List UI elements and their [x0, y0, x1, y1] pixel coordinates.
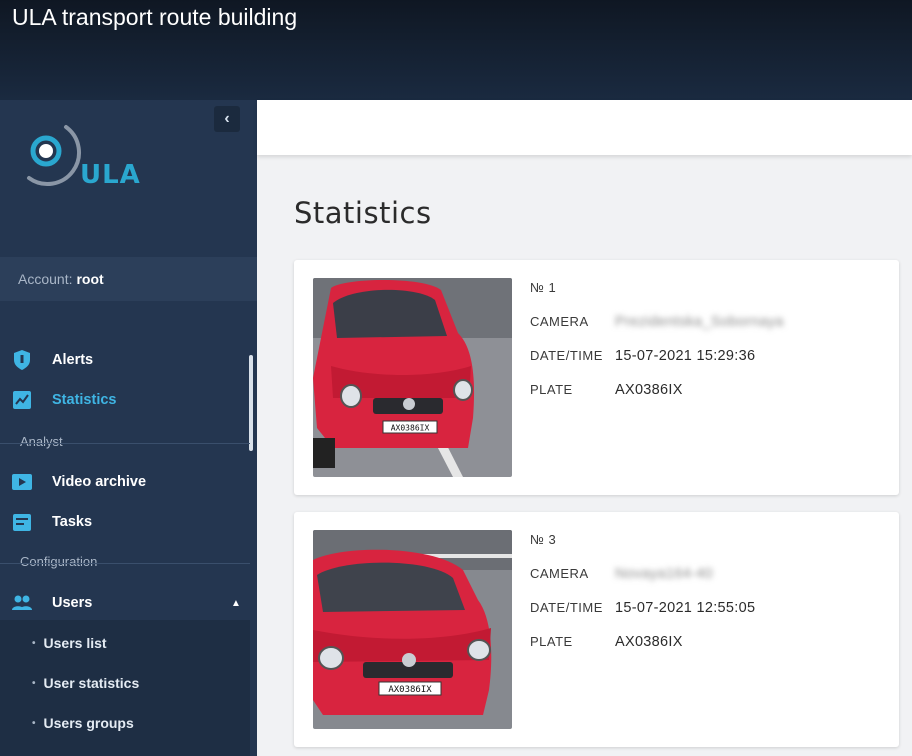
submenu-item-users-groups[interactable]: Users groups	[32, 708, 134, 738]
section-label-configuration: Configuration	[20, 554, 98, 569]
sidebar-scrollbar[interactable]	[249, 355, 253, 451]
account-bar: Account: root	[0, 257, 257, 301]
record-number: № 1	[530, 280, 557, 295]
chevron-left-icon: ‹	[224, 110, 230, 127]
sidebar: ‹ ULA Account: root Alerts Statistics An…	[0, 100, 257, 756]
sidebar-item-label: Users	[52, 595, 93, 611]
section-divider	[0, 563, 250, 564]
logo-text: ULA	[80, 160, 141, 190]
users-icon	[11, 592, 33, 614]
submenu-item-users-list[interactable]: Users list	[32, 628, 107, 658]
camera-value: Novaya164-40	[615, 566, 713, 582]
account-user: root	[76, 271, 104, 287]
datetime-label: DATE/TIME	[530, 348, 603, 363]
statistics-icon	[11, 389, 33, 411]
vehicle-photo[interactable]: AX0386IX	[313, 530, 512, 729]
tasks-icon	[11, 511, 33, 533]
video-title: ULA transport route building	[12, 4, 298, 30]
sidebar-item-label: Alerts	[52, 352, 94, 368]
caret-up-icon[interactable]: ▲	[231, 598, 241, 609]
sidebar-item-video-archive[interactable]: Video archive	[0, 464, 245, 500]
shield-icon	[11, 349, 33, 371]
vehicle-photo[interactable]: AX0386IX	[313, 278, 512, 477]
record-number: № 3	[530, 532, 557, 547]
camera-label: CAMERA	[530, 314, 589, 329]
main-content: Statistics AX0386IX № 1 CAMERA Prezident…	[257, 100, 912, 756]
datetime-value: 15-07-2021 15:29:36	[615, 348, 756, 364]
sidebar-item-label: Tasks	[52, 514, 93, 530]
plate-value: AX0386IX	[615, 634, 683, 650]
sidebar-item-label: Statistics	[52, 392, 117, 408]
photo-plate-text: AX0386IX	[388, 685, 432, 695]
section-divider	[0, 443, 250, 444]
camera-value: Prezidentska_Sobornaya	[615, 314, 784, 330]
photo-plate-text: AX0386IX	[391, 424, 430, 433]
sidebar-item-label: Video archive	[52, 474, 147, 490]
plate-value: AX0386IX	[615, 382, 683, 398]
sidebar-item-tasks[interactable]: Tasks	[0, 504, 245, 540]
sidebar-item-statistics[interactable]: Statistics	[0, 382, 245, 418]
section-label-analyst: Analyst	[20, 434, 63, 449]
sidebar-item-alerts[interactable]: Alerts	[0, 342, 245, 378]
submenu-item-user-statistics[interactable]: User statistics	[32, 668, 140, 698]
camera-label: CAMERA	[530, 566, 589, 581]
statistics-card[interactable]: AX0386IX № 3 CAMERA Novaya164-40 DATE/TI…	[294, 512, 899, 747]
page-title: Statistics	[294, 196, 432, 230]
video-archive-icon	[11, 471, 33, 493]
datetime-value: 15-07-2021 12:55:05	[615, 600, 756, 616]
collapse-sidebar-button[interactable]: ‹	[214, 106, 240, 132]
datetime-label: DATE/TIME	[530, 600, 603, 615]
plate-label: PLATE	[530, 634, 573, 649]
account-label: Account:	[18, 271, 73, 287]
statistics-card[interactable]: AX0386IX № 1 CAMERA Prezidentska_Soborna…	[294, 260, 899, 495]
top-bar	[257, 100, 912, 155]
plate-label: PLATE	[530, 382, 573, 397]
sidebar-item-users[interactable]: Users	[0, 585, 245, 621]
